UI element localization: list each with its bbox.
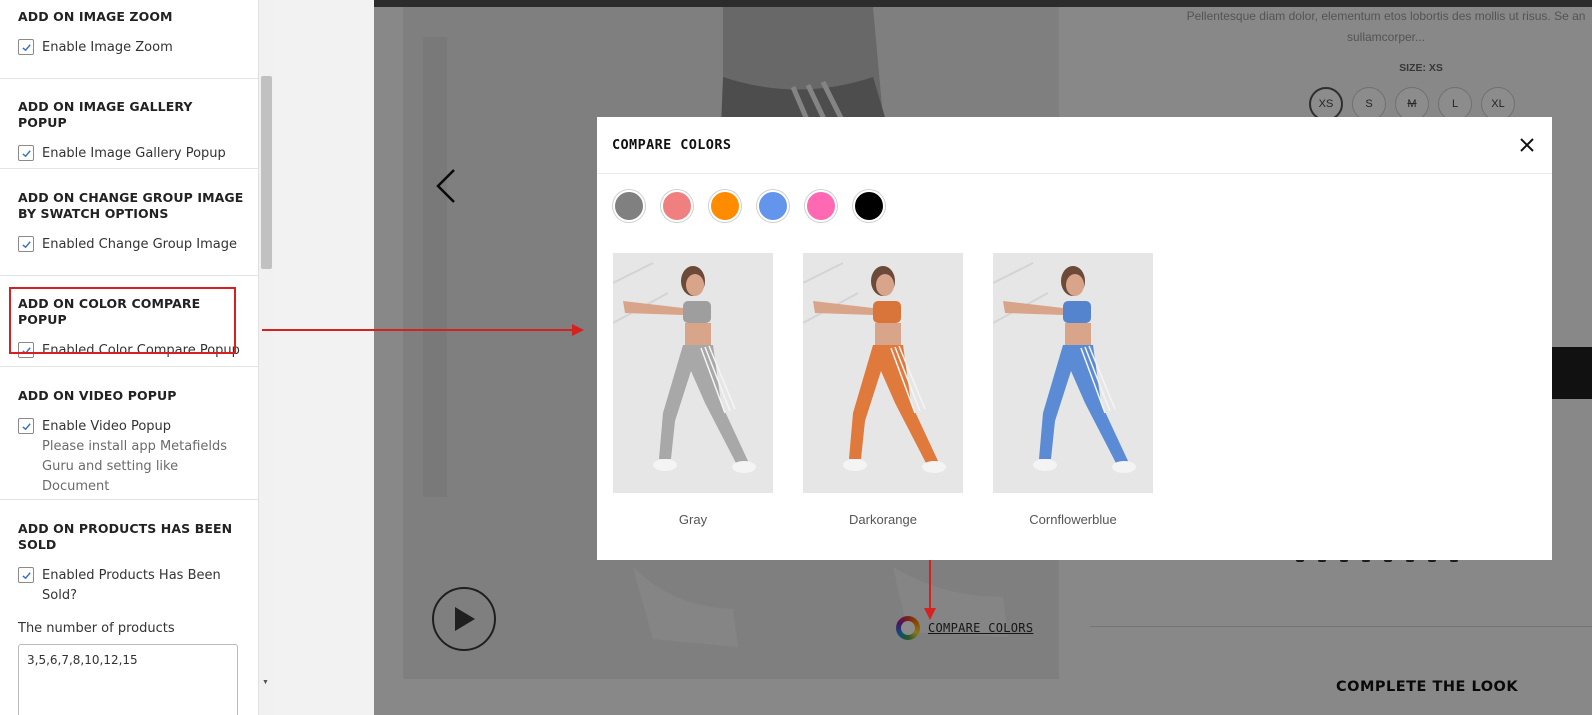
settings-panel: ADD ON IMAGE ZOOM Enable Image Zoom ADD …	[0, 0, 262, 715]
color-card-label: Darkorange	[849, 512, 917, 527]
checkmark-icon	[21, 240, 31, 248]
swatch-black[interactable]	[853, 190, 885, 222]
checkbox-row[interactable]: Enable Image Gallery Popup	[18, 144, 244, 164]
color-cards: Gray Darkorange Cornflowerblue	[613, 253, 1153, 527]
color-card[interactable]: Cornflowerblue	[993, 253, 1153, 527]
scroll-down-arrow-icon[interactable]: ▼	[262, 679, 269, 686]
section-change-group-image: ADD ON CHANGE GROUP IMAGE BY SWATCH OPTI…	[0, 169, 262, 276]
model-figure-icon	[803, 253, 963, 493]
color-card-label: Gray	[678, 512, 708, 527]
section-title: ADD ON PRODUCTS HAS BEEN SOLD	[18, 521, 233, 552]
checkbox-label: Enabled Products Has Been Sold?	[42, 568, 221, 603]
swatch-lightcoral[interactable]	[661, 190, 693, 222]
checkmark-icon	[21, 422, 31, 430]
compare-colors-modal: COMPARE COLORS Gray Darkorange Cornflowe…	[597, 117, 1552, 560]
swatch-gray[interactable]	[613, 190, 645, 222]
model-figure-icon	[993, 253, 1153, 493]
section-title: ADD ON IMAGE ZOOM	[18, 9, 173, 24]
section-color-compare: ADD ON COLOR COMPARE POPUP Enabled Color…	[0, 276, 262, 367]
page-gutter	[274, 0, 374, 715]
checkbox-checked[interactable]	[18, 567, 34, 583]
checkbox-checked[interactable]	[18, 145, 34, 161]
checkbox-row[interactable]: Enabled Change Group Image	[18, 235, 244, 255]
checkbox-checked[interactable]	[18, 418, 34, 434]
number-of-products-textarea[interactable]: 3,5,6,7,8,10,12,15	[18, 644, 238, 715]
checkmark-icon	[21, 571, 31, 579]
checkbox-label: Enabled Change Group Image	[42, 237, 237, 252]
checkbox-row[interactable]: Enabled Color Compare Popup	[18, 341, 244, 361]
checkbox-row[interactable]: Enable Image Zoom	[18, 38, 244, 58]
section-title: ADD ON COLOR COMPARE POPUP	[18, 296, 201, 327]
color-swatches	[597, 174, 1552, 222]
swatch-darkorange[interactable]	[709, 190, 741, 222]
section-image-zoom: ADD ON IMAGE ZOOM Enable Image Zoom	[0, 0, 262, 79]
section-image-gallery: ADD ON IMAGE GALLERY POPUP Enable Image …	[0, 79, 262, 169]
checkbox-checked[interactable]	[18, 236, 34, 252]
color-card-label: Cornflowerblue	[1029, 512, 1117, 527]
modal-header: COMPARE COLORS	[597, 117, 1552, 174]
section-video-popup: ADD ON VIDEO POPUP Enable Video Popup Pl…	[0, 367, 262, 500]
color-card[interactable]: Darkorange	[803, 253, 963, 527]
checkbox-label: Enable Image Zoom	[42, 40, 173, 55]
model-figure-icon	[613, 253, 773, 493]
color-card[interactable]: Gray	[613, 253, 773, 527]
checkbox-checked[interactable]	[18, 39, 34, 55]
close-icon[interactable]	[1517, 135, 1537, 155]
checkbox-label: Enable Image Gallery Popup	[42, 146, 226, 161]
checkbox-checked[interactable]	[18, 342, 34, 358]
swatch-hotpink[interactable]	[805, 190, 837, 222]
checkbox-row[interactable]: Enabled Products Has Been Sold?	[18, 566, 244, 606]
checkbox-label: Enabled Color Compare Popup	[42, 343, 240, 358]
swatch-cornflowerblue[interactable]	[757, 190, 789, 222]
color-card-image	[613, 253, 773, 493]
checkbox-label: Enable Video Popup	[42, 419, 172, 434]
scrollbar-thumb[interactable]	[261, 76, 272, 269]
checkmark-icon	[21, 43, 31, 51]
color-card-image	[993, 253, 1153, 493]
section-title: ADD ON IMAGE GALLERY POPUP	[18, 99, 193, 130]
field-label: The number of products	[18, 621, 175, 636]
checkbox-row[interactable]: Enable Video Popup	[18, 417, 244, 437]
section-products-sold: ADD ON PRODUCTS HAS BEEN SOLD Enabled Pr…	[0, 500, 262, 715]
color-card-image	[803, 253, 963, 493]
checkmark-icon	[21, 149, 31, 157]
modal-title: COMPARE COLORS	[612, 137, 732, 153]
checkmark-icon	[21, 346, 31, 354]
section-title: ADD ON CHANGE GROUP IMAGE BY SWATCH OPTI…	[18, 190, 244, 221]
help-note: Please install app Metafields Guru and s…	[42, 439, 228, 494]
section-title: ADD ON VIDEO POPUP	[18, 388, 177, 403]
